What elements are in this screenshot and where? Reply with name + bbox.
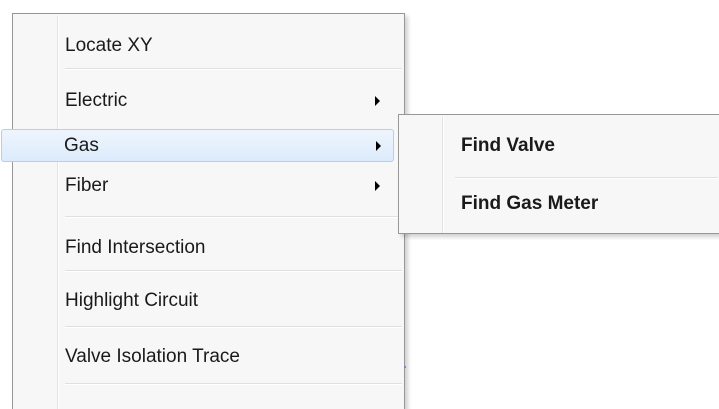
menu-item-gas[interactable]: Gas bbox=[1, 129, 394, 162]
background-pixel bbox=[404, 366, 406, 368]
menu-item-find-intersection[interactable]: Find Intersection bbox=[15, 230, 402, 266]
menu-item-label: Valve Isolation Trace bbox=[65, 346, 240, 367]
menu-item-label: Locate XY bbox=[65, 35, 153, 56]
menu-item-label: Electric bbox=[65, 90, 128, 111]
menu-separator bbox=[65, 326, 402, 328]
chevron-right-icon bbox=[375, 181, 380, 191]
menu-separator bbox=[65, 68, 402, 70]
context-menu: Locate XY Electric Gas Fiber Find Inters… bbox=[1, 13, 405, 409]
submenu-item-label: Find Valve bbox=[461, 135, 555, 156]
screen: Locate XY Electric Gas Fiber Find Inters… bbox=[0, 0, 719, 409]
menu-item-locate-xy[interactable]: Locate XY bbox=[15, 28, 402, 64]
chevron-right-icon bbox=[375, 96, 380, 106]
menu-item-label: Highlight Circuit bbox=[65, 290, 199, 311]
menu-item-valve-isolation-trace[interactable]: Valve Isolation Trace bbox=[15, 339, 402, 375]
menu-item-highlight-circuit[interactable]: Highlight Circuit bbox=[15, 283, 402, 319]
menu-item-fiber[interactable]: Fiber bbox=[15, 169, 402, 203]
menu-separator bbox=[65, 216, 402, 218]
menu-separator bbox=[65, 383, 402, 385]
menu-separator bbox=[65, 270, 402, 272]
submenu-item-find-valve[interactable]: Find Valve bbox=[401, 129, 719, 163]
chevron-right-icon bbox=[376, 140, 381, 151]
menu-item-label: Find Intersection bbox=[65, 237, 206, 258]
menu-separator bbox=[455, 177, 718, 179]
menu-item-electric[interactable]: Electric bbox=[15, 84, 402, 118]
gas-submenu: Find Valve Find Gas Meter bbox=[398, 114, 719, 234]
submenu-item-label: Find Gas Meter bbox=[461, 193, 599, 214]
menu-item-label: Gas bbox=[64, 134, 99, 156]
menu-item-label: Fiber bbox=[65, 175, 109, 196]
submenu-item-find-gas-meter[interactable]: Find Gas Meter bbox=[401, 185, 719, 221]
